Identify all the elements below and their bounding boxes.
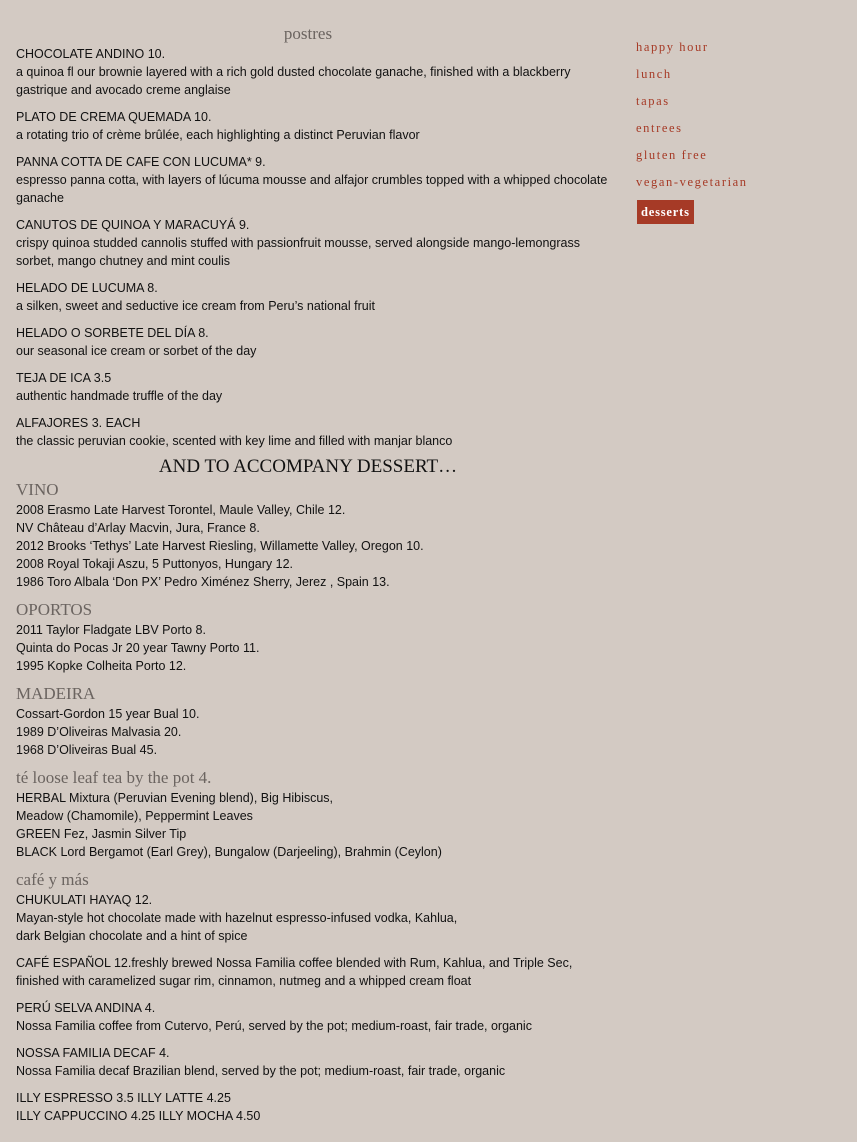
menu-item: HELADO DE LUCUMA 8. a silken, sweet and s…: [16, 279, 616, 315]
menu-item: CHOCOLATE ANDINO 10. a quinoa fl our brow…: [16, 45, 616, 99]
postres-list: CHOCOLATE ANDINO 10. a quinoa fl our brow…: [16, 45, 616, 450]
nav-vegan-vegetarian[interactable]: vegan-vegetarian: [636, 173, 748, 200]
accompany-heading: AND TO ACCOMPANY DESSERT…: [158, 456, 458, 477]
cafe-heading: café y más: [16, 870, 89, 889]
item-name: NOSSA FAMILIA DECAF 4.: [16, 1046, 170, 1060]
list-line: GREEN Fez, Jasmin Silver Tip: [16, 827, 187, 841]
menu-item: CAFÉ ESPAÑOL 12.freshly brewed Nossa Fam…: [16, 954, 616, 990]
tea-heading: té loose leaf tea by the pot 4.: [16, 768, 212, 787]
item-description: ILLY CAPPUCCINO 4.25 ILLY MOCHA 4.50: [16, 1109, 261, 1123]
list-line: 2011 Taylor Fladgate LBV Porto 8.: [16, 623, 206, 637]
item-name: HELADO O SORBETE DEL DÍA 8.: [16, 326, 209, 340]
item-name: PLATO DE CREMA QUEMADA 10.: [16, 110, 212, 124]
item-description: authentic handmade truffle of the day: [16, 389, 223, 403]
item-description: the classic peruvian cookie, scented wit…: [16, 434, 453, 448]
list-line: Meadow (Chamomile), Peppermint Leaves: [16, 809, 253, 823]
item-description: our seasonal ice cream or sorbet of the …: [16, 344, 257, 358]
nav-happy-hour[interactable]: happy hour: [636, 38, 748, 65]
menu-item: HELADO O SORBETE DEL DÍA 8. our seasonal …: [16, 324, 616, 360]
vino-list: 2008 Erasmo Late Harvest Torontel, Maule…: [16, 501, 616, 591]
item-description: a quinoa fl our brownie layered with a r…: [16, 65, 571, 97]
list-line: 1968 D’Oliveiras Bual 45.: [16, 743, 158, 757]
oportos-list: 2011 Taylor Fladgate LBV Porto 8. Quinta …: [16, 621, 616, 675]
postres-title: postres: [283, 24, 333, 43]
item-name: TEJA DE ICA 3.5: [16, 371, 112, 385]
item-name: CHOCOLATE ANDINO 10.: [16, 47, 166, 61]
item-name: ALFAJORES 3. EACH: [16, 416, 141, 430]
nav-lunch[interactable]: lunch: [636, 65, 748, 92]
item-name: CAFÉ ESPAÑOL 12.freshly brewed Nossa Fam…: [16, 956, 573, 970]
nav-desserts[interactable]: desserts: [637, 200, 694, 224]
list-line: 2008 Erasmo Late Harvest Torontel, Maule…: [16, 503, 346, 517]
item-name: HELADO DE LUCUMA 8.: [16, 281, 158, 295]
cafe-list: CHUKULATI HAYAQ 12. Mayan-style hot choco…: [16, 891, 616, 1125]
vino-heading: VINO: [16, 480, 59, 499]
item-description: a silken, sweet and seductive ice cream …: [16, 299, 375, 313]
madeira-list: Cossart-Gordon 15 year Bual 10. 1989 D’Ol…: [16, 705, 616, 759]
menu-item: CHUKULATI HAYAQ 12. Mayan-style hot choco…: [16, 891, 616, 945]
menu-item: ALFAJORES 3. EACH the classic peruvian co…: [16, 414, 616, 450]
item-name: ILLY ESPRESSO 3.5 ILLY LATTE 4.25: [16, 1091, 231, 1105]
tea-list: HERBAL Mixtura (Peruvian Evening blend),…: [16, 789, 616, 861]
item-description: espresso panna cotta, with layers of lúc…: [16, 173, 608, 205]
dessert-menu: postres CHOCOLATE ANDINO 10. a quinoa fl …: [16, 24, 616, 1134]
item-description: a rotating trio of crème brûlée, each hi…: [16, 128, 420, 142]
menu-item: PLATO DE CREMA QUEMADA 10. a rotating tri…: [16, 108, 616, 144]
list-line: 2008 Royal Tokaji Aszu, 5 Puttonyos, Hun…: [16, 557, 294, 571]
item-description: Nossa Familia coffee from Cutervo, Perú,…: [16, 1019, 532, 1033]
menu-item: TEJA DE ICA 3.5 authentic handmade truffl…: [16, 369, 616, 405]
list-line: 1989 D’Oliveiras Malvasia 20.: [16, 725, 182, 739]
nav-entrees[interactable]: entrees: [636, 119, 748, 146]
item-name: CANUTOS DE QUINOA Y MARACUYÁ 9.: [16, 218, 250, 232]
item-description: Mayan-style hot chocolate made with haze…: [16, 911, 458, 943]
madeira-heading: MADEIRA: [16, 684, 96, 703]
nav-gluten-free[interactable]: gluten free: [636, 146, 748, 173]
oportos-heading: OPORTOS: [16, 600, 93, 619]
item-name: PERÚ SELVA ANDINA 4.: [16, 1001, 156, 1015]
item-name: CHUKULATI HAYAQ 12.: [16, 893, 153, 907]
list-line: HERBAL Mixtura (Peruvian Evening blend),…: [16, 791, 334, 805]
list-line: 1986 Toro Albala ‘Don PX’ Pedro Ximénez …: [16, 575, 390, 589]
item-name: PANNA COTTA DE CAFE CON LUCUMA* 9.: [16, 155, 266, 169]
menu-nav: happy hour lunch tapas entrees gluten fr…: [636, 38, 748, 224]
nav-tapas[interactable]: tapas: [636, 92, 748, 119]
item-description: crispy quinoa studded cannolis stuffed w…: [16, 236, 580, 268]
menu-item: NOSSA FAMILIA DECAF 4. Nossa Familia deca…: [16, 1044, 616, 1080]
list-line: NV Château d’Arlay Macvin, Jura, France …: [16, 521, 260, 535]
menu-item: PERÚ SELVA ANDINA 4. Nossa Familia coffee…: [16, 999, 616, 1035]
menu-item: PANNA COTTA DE CAFE CON LUCUMA* 9. espres…: [16, 153, 616, 207]
menu-item: CANUTOS DE QUINOA Y MARACUYÁ 9. crispy qu…: [16, 216, 616, 270]
list-line: 1995 Kopke Colheita Porto 12.: [16, 659, 187, 673]
list-line: 2012 Brooks ‘Tethys’ Late Harvest Riesli…: [16, 539, 424, 553]
list-line: BLACK Lord Bergamot (Earl Grey), Bungalo…: [16, 845, 442, 859]
list-line: Cossart-Gordon 15 year Bual 10.: [16, 707, 200, 721]
item-description: finished with caramelized sugar rim, cin…: [16, 974, 472, 988]
list-line: Quinta do Pocas Jr 20 year Tawny Porto 1…: [16, 641, 260, 655]
item-description: Nossa Familia decaf Brazilian blend, ser…: [16, 1064, 506, 1078]
menu-item: ILLY ESPRESSO 3.5 ILLY LATTE 4.25 ILLY CA…: [16, 1089, 616, 1125]
